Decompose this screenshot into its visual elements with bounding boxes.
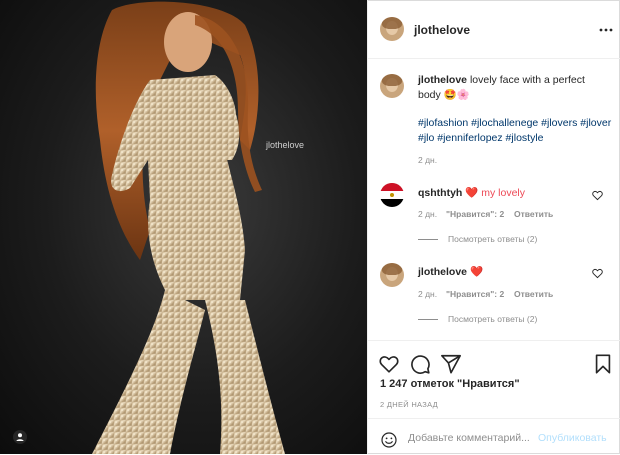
comment-likes[interactable]: "Нравится": 2 (446, 289, 504, 299)
replies-divider (418, 239, 438, 241)
comment-reply-button[interactable]: Ответить (514, 209, 553, 219)
view-replies-label: Посмотреть ответы (2) (448, 314, 538, 324)
comment-body: ❤️ (469, 266, 484, 278)
photo-illustration (92, 1, 285, 454)
comment-username[interactable]: qshthtyh (418, 187, 462, 199)
send-icon[interactable] (440, 353, 462, 375)
post-photo[interactable]: jlothelove (0, 0, 367, 454)
bookmark-icon[interactable] (592, 353, 614, 375)
replies-divider (418, 319, 438, 321)
post-actions-bar (368, 340, 620, 381)
post-header: jlothelove (368, 0, 620, 59)
add-comment-row: Опубликовать (368, 418, 620, 455)
author-username[interactable]: jlothelove (414, 23, 470, 37)
comment-text: qshthtyh ❤️ my lovely (418, 186, 525, 199)
comment-input[interactable] (408, 428, 538, 448)
photo-watermark: jlothelove (266, 140, 305, 150)
comment-time: 2 дн. (418, 289, 438, 299)
post-date[interactable]: 2 ДНЕЙ НАЗАД (380, 400, 438, 409)
comment-time: 2 дн. (418, 209, 438, 219)
comment-avatar[interactable] (380, 263, 404, 287)
comment-body: ❤️ my lovely (465, 187, 525, 199)
caption-avatar[interactable] (380, 74, 404, 98)
author-avatar[interactable] (380, 17, 404, 41)
likes-count[interactable]: 1 247 отметок "Нравится" (380, 378, 520, 390)
caption-username[interactable]: jlothelove (418, 74, 467, 86)
comment-like-heart-icon[interactable] (592, 268, 603, 279)
comment-icon[interactable] (409, 353, 431, 375)
publish-button[interactable]: Опубликовать (538, 432, 607, 444)
caption-text: jlothelove lovely face with a perfect bo… (418, 73, 608, 103)
caption-time: 2 дн. (418, 155, 438, 165)
view-replies-button[interactable]: Посмотреть ответы (2) (418, 314, 537, 324)
comment-reply-button[interactable]: Ответить (514, 289, 553, 299)
view-replies-label: Посмотреть ответы (2) (448, 234, 538, 244)
more-horizontal-icon[interactable] (598, 22, 614, 38)
post-side-panel: jlothelove jlothelove lovely face with a… (367, 0, 620, 454)
comment-username[interactable]: jlothelove (418, 266, 467, 278)
heart-icon[interactable] (378, 353, 400, 375)
comment-text: jlothelove ❤️ (418, 265, 483, 278)
emoji-icon[interactable] (381, 432, 397, 448)
flag-avatar-icon (380, 183, 404, 207)
caption-hashtags[interactable]: #jlofashion #jlochallenege #jlovers #jlo… (418, 116, 614, 146)
comment-like-heart-icon[interactable] (592, 190, 603, 201)
view-replies-button[interactable]: Посмотреть ответы (2) (418, 234, 537, 244)
comment-likes[interactable]: "Нравится": 2 (446, 209, 504, 219)
tagged-user-icon[interactable] (13, 430, 27, 444)
